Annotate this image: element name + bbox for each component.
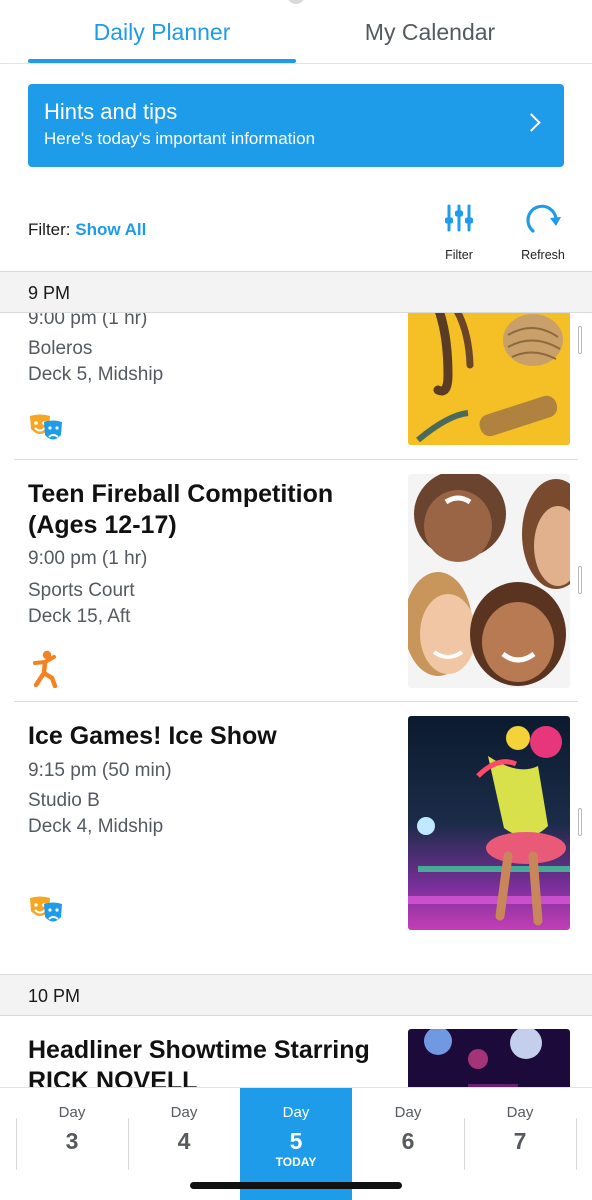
day-tab-7[interactable]: Day 7 <box>464 1088 576 1200</box>
event-location: Deck 15, Aft <box>28 606 131 627</box>
event-time: 9:00 pm (1 hr) <box>28 548 148 569</box>
day-word: Day <box>394 1104 422 1121</box>
theater-masks-icon <box>28 895 64 932</box>
day-number: 7 <box>513 1128 527 1154</box>
event-image-headliner[interactable] <box>408 1029 570 1087</box>
day-tab-3[interactable]: Day 3 <box>16 1088 128 1200</box>
day-divider <box>576 1118 577 1170</box>
event-card[interactable]: Teen Fireball Competition (Ages 12-17) 9… <box>0 460 592 702</box>
scroll-indicator <box>578 566 582 594</box>
event-venue: Studio B <box>28 790 100 811</box>
day-number: 5 <box>289 1128 303 1154</box>
event-image-teens[interactable] <box>408 474 570 688</box>
hints-subtitle: Here's today's important information <box>44 129 316 148</box>
event-location: Deck 5, Midship <box>28 364 164 385</box>
filter-button-label: Filter <box>445 248 473 262</box>
event-title: Teen Fireball Competition (Ages 12-17) <box>28 480 334 539</box>
day-divider <box>16 1118 17 1170</box>
event-location: Deck 4, Midship <box>28 816 164 837</box>
top-tab-bar: Daily Planner My Calendar <box>0 0 592 64</box>
time-section-header: 10 PM <box>0 974 592 1016</box>
filter-status: Filter: Show All <box>28 220 146 240</box>
event-venue: Sports Court <box>28 580 135 601</box>
event-time: 9:00 pm (1 hr) <box>28 313 148 329</box>
hints-banner[interactable]: Hints and tips Here's today's important … <box>28 84 564 167</box>
chevron-right-icon <box>522 113 541 132</box>
event-list[interactable]: Headliner Showtime Starring RICK NOVELL <box>0 1017 592 1087</box>
day-number: 4 <box>177 1128 191 1154</box>
scroll-indicator <box>578 326 582 354</box>
event-image-ice-show[interactable] <box>408 716 570 930</box>
event-card[interactable]: 9:00 pm (1 hr) Boleros Deck 5, Midship <box>0 313 592 460</box>
refresh-icon <box>526 204 561 233</box>
event-image-maracas[interactable] <box>408 313 570 445</box>
filter-value-link[interactable]: Show All <box>75 220 146 239</box>
theater-masks-icon <box>28 413 64 450</box>
event-list[interactable]: 9:00 pm (1 hr) Boleros Deck 5, Midship T… <box>0 313 592 973</box>
hints-title: Hints and tips <box>44 99 178 124</box>
filter-prefix: Filter: <box>28 220 71 239</box>
refresh-button-label: Refresh <box>521 248 565 262</box>
time-section-label: 10 PM <box>28 986 81 1006</box>
active-tab-indicator <box>28 59 296 63</box>
event-time: 9:15 pm (50 min) <box>28 760 172 781</box>
today-badge: TODAY <box>275 1155 317 1169</box>
day-word: Day <box>170 1104 198 1121</box>
day-word: Day <box>506 1104 534 1121</box>
event-title: Headliner Showtime Starring RICK NOVELL <box>28 1036 370 1087</box>
event-title: Ice Games! Ice Show <box>28 722 277 750</box>
tab-daily-planner[interactable]: Daily Planner <box>28 0 296 64</box>
day-word: Day <box>58 1104 86 1121</box>
time-section-label: 9 PM <box>28 283 71 303</box>
event-card[interactable]: Headliner Showtime Starring RICK NOVELL <box>0 1017 592 1087</box>
filter-button[interactable]: Filter <box>422 203 496 267</box>
tab-my-calendar[interactable]: My Calendar <box>296 0 564 64</box>
day-word: Day <box>282 1104 310 1121</box>
day-number: 6 <box>401 1128 415 1154</box>
refresh-button[interactable]: Refresh <box>506 203 580 267</box>
activity-person-icon <box>30 650 60 693</box>
sliders-icon <box>445 204 473 232</box>
day-number: 3 <box>65 1128 79 1154</box>
event-venue: Boleros <box>28 338 93 359</box>
event-card[interactable]: Ice Games! Ice Show 9:15 pm (50 min) Stu… <box>0 702 592 962</box>
time-section-header: 9 PM <box>0 271 592 313</box>
scroll-indicator <box>578 808 582 836</box>
home-indicator[interactable] <box>190 1182 402 1189</box>
